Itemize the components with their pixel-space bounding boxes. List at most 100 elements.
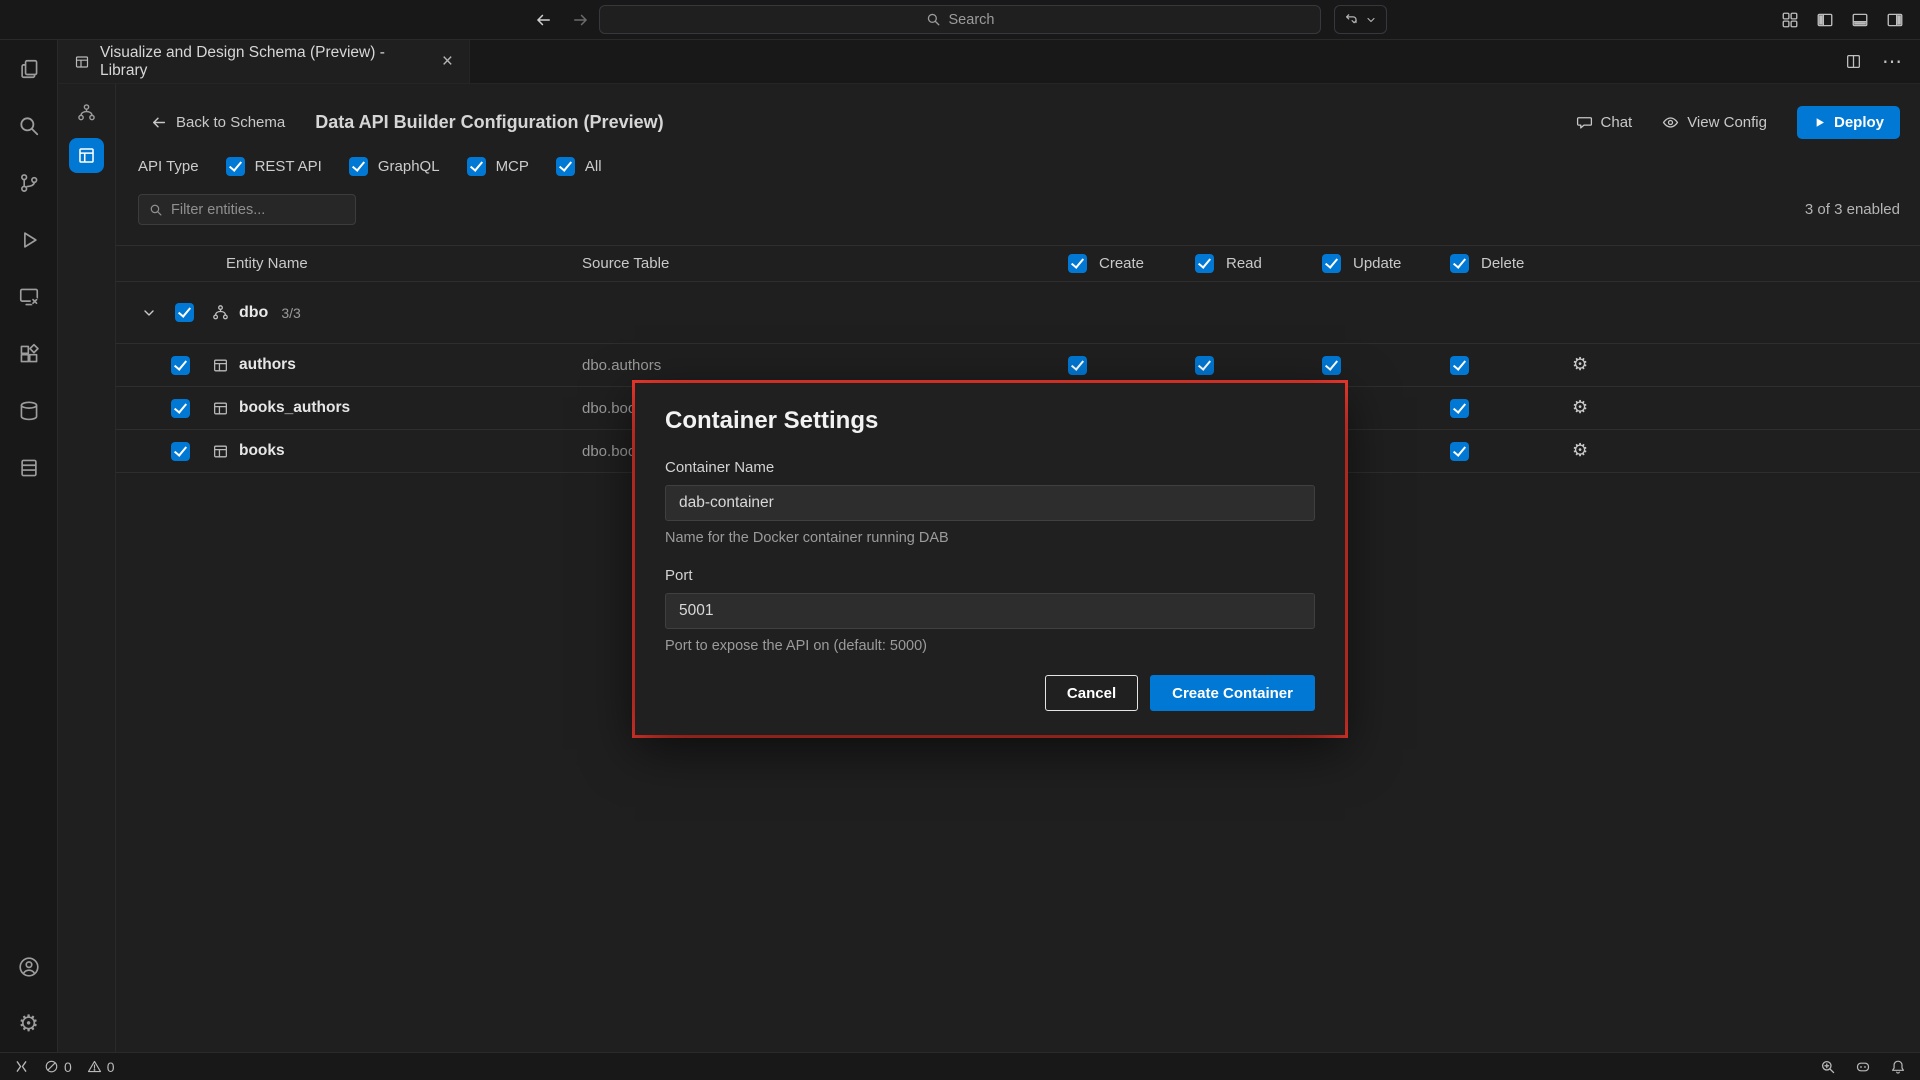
toolbar-right: Chat View Config — [1576, 106, 1900, 139]
problems-warnings[interactable]: 0 — [87, 1059, 115, 1075]
dialog-buttons: Cancel Create Container — [665, 675, 1315, 711]
dialog-title: Container Settings — [665, 407, 1315, 435]
copilot-icon[interactable] — [1855, 1059, 1871, 1075]
create-all-checkbox[interactable] — [1068, 254, 1087, 273]
source-control-icon[interactable] — [0, 154, 58, 211]
toggle-panel-icon[interactable] — [1851, 11, 1869, 29]
view-config-label: View Config — [1687, 114, 1767, 131]
filter-entities-input[interactable] — [171, 202, 345, 218]
table-icon — [212, 400, 229, 417]
eye-icon — [1662, 114, 1679, 131]
title-bar: Search — [0, 0, 1920, 40]
row-settings-gear-icon[interactable]: ⚙ — [1572, 440, 1588, 461]
all-checkbox[interactable] — [556, 157, 575, 176]
problems-errors[interactable]: 0 — [44, 1059, 72, 1075]
entity-checkbox[interactable] — [171, 442, 190, 461]
graphql-label: GraphQL — [378, 158, 440, 175]
entity-checkbox[interactable] — [171, 356, 190, 375]
container-name-help: Name for the Docker container running DA… — [665, 530, 1315, 546]
delete-checkbox[interactable] — [1450, 356, 1469, 375]
container-name-input[interactable] — [665, 485, 1315, 521]
explorer-icon[interactable] — [0, 40, 58, 97]
delete-all-checkbox[interactable] — [1450, 254, 1469, 273]
forward-arrow-icon[interactable] — [572, 11, 590, 29]
search-command-center[interactable]: Search — [599, 5, 1321, 34]
page-title: Data API Builder Configuration (Preview) — [315, 112, 663, 133]
close-icon[interactable]: × — [438, 50, 457, 73]
tab-visualize-schema[interactable]: Visualize and Design Schema (Preview) - … — [58, 40, 470, 83]
search-icon — [149, 203, 163, 217]
table-icon — [212, 357, 229, 374]
warnings-count: 0 — [107, 1059, 115, 1075]
cancel-button[interactable]: Cancel — [1045, 675, 1138, 711]
back-to-schema-link[interactable]: Back to Schema — [150, 114, 285, 131]
api-option-all: All — [556, 157, 602, 176]
sql-database-icon[interactable] — [0, 382, 58, 439]
view-switcher-strip — [58, 84, 116, 1052]
schema-hierarchy-icon — [212, 304, 229, 321]
remote-indicator-icon[interactable] — [14, 1059, 29, 1074]
deploy-button[interactable]: Deploy — [1797, 106, 1900, 139]
update-header: Update — [1322, 254, 1450, 273]
rest-api-label: REST API — [255, 158, 322, 175]
api-type-label: API Type — [138, 158, 199, 175]
search-sidebar-icon[interactable] — [0, 97, 58, 154]
notifications-bell-icon[interactable] — [1890, 1059, 1906, 1075]
tab-bar: Visualize and Design Schema (Preview) - … — [58, 40, 1920, 84]
session-icon — [1344, 12, 1359, 27]
row-settings-gear-icon[interactable]: ⚙ — [1572, 354, 1588, 375]
create-checkbox[interactable] — [1068, 356, 1087, 375]
row-settings-gear-icon[interactable]: ⚙ — [1572, 397, 1588, 418]
chat-button[interactable]: Chat — [1576, 114, 1633, 131]
schema-diagram-view-icon[interactable] — [67, 94, 107, 130]
vscode-window: Search — [0, 0, 1920, 1080]
search-icon — [926, 12, 941, 27]
port-input[interactable] — [665, 593, 1315, 629]
port-help: Port to expose the API on (default: 5000… — [665, 638, 1315, 654]
chevron-down-icon[interactable] — [141, 305, 157, 321]
graphql-checkbox[interactable] — [349, 157, 368, 176]
toggle-sidebar-left-icon[interactable] — [1816, 11, 1834, 29]
split-editor-icon[interactable] — [1845, 53, 1862, 70]
create-header-label: Create — [1099, 255, 1144, 272]
mcp-checkbox[interactable] — [467, 157, 486, 176]
entity-name: books_authors — [239, 399, 350, 417]
extensions-icon[interactable] — [0, 325, 58, 382]
rest-api-checkbox[interactable] — [226, 157, 245, 176]
zoom-icon[interactable] — [1820, 1059, 1836, 1075]
chat-label: Chat — [1601, 114, 1633, 131]
remote-explorer-disconnected-icon[interactable] — [0, 268, 58, 325]
customize-layout-icon[interactable] — [1781, 11, 1799, 29]
port-label: Port — [665, 567, 1315, 584]
play-icon — [1813, 116, 1826, 129]
warning-icon — [87, 1059, 102, 1074]
errors-icon — [44, 1059, 59, 1074]
read-checkbox[interactable] — [1195, 356, 1214, 375]
delete-checkbox[interactable] — [1450, 442, 1469, 461]
settings-gear-icon[interactable]: ⚙ — [0, 995, 58, 1052]
filter-row: 3 of 3 enabled — [116, 194, 1920, 225]
page-toolbar: Back to Schema Data API Builder Configur… — [116, 84, 1920, 139]
mcp-label: MCP — [496, 158, 529, 175]
schema-group-checkbox[interactable] — [175, 303, 194, 322]
session-picker-button[interactable] — [1334, 5, 1387, 34]
read-all-checkbox[interactable] — [1195, 254, 1214, 273]
create-container-button[interactable]: Create Container — [1150, 675, 1315, 711]
update-header-label: Update — [1353, 255, 1401, 272]
account-icon[interactable] — [0, 938, 58, 995]
entity-name: books — [239, 442, 285, 460]
schema-group-name: dbo — [239, 304, 268, 322]
database-project-icon[interactable] — [0, 439, 58, 496]
entity-checkbox[interactable] — [171, 399, 190, 418]
delete-checkbox[interactable] — [1450, 399, 1469, 418]
read-header-label: Read — [1226, 255, 1262, 272]
delete-header-label: Delete — [1481, 255, 1524, 272]
search-label: Search — [949, 12, 995, 28]
view-config-button[interactable]: View Config — [1662, 114, 1767, 131]
run-debug-icon[interactable] — [0, 211, 58, 268]
back-arrow-icon[interactable] — [534, 11, 552, 29]
toggle-sidebar-right-icon[interactable] — [1886, 11, 1904, 29]
table-config-view-icon[interactable] — [69, 138, 104, 173]
update-checkbox[interactable] — [1322, 356, 1341, 375]
update-all-checkbox[interactable] — [1322, 254, 1341, 273]
